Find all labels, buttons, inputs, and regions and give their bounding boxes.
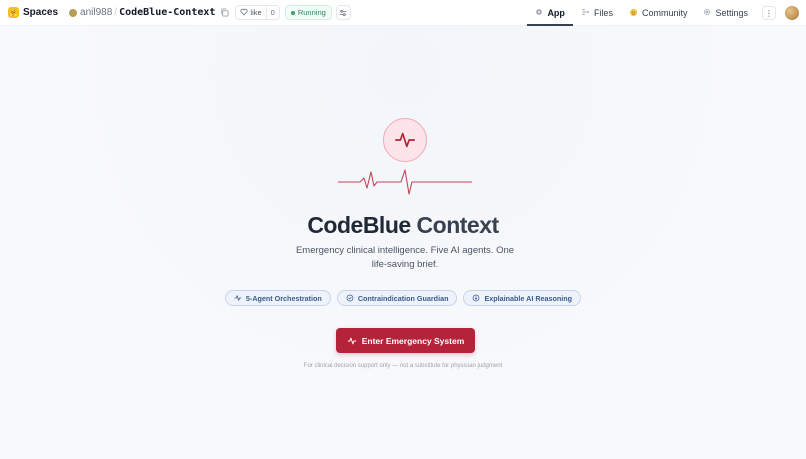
like-count[interactable]: 0 (265, 6, 279, 19)
status-label: Running (297, 8, 326, 17)
owner-avatar[interactable] (69, 8, 78, 17)
copy-icon[interactable] (220, 8, 230, 18)
spaces-logo-icon[interactable]: 🤗 (8, 7, 19, 18)
tab-community[interactable]: Community (621, 0, 696, 26)
more-options-button[interactable]: ⋮ (762, 6, 776, 20)
cta-label: Enter Emergency System (361, 335, 465, 346)
disclaimer-text: For clinical decision support only — not… (303, 363, 503, 369)
spaces-link[interactable]: Spaces (23, 7, 58, 18)
page-subtitle: Emergency clinical intelligence. Five AI… (295, 245, 515, 270)
shield-check-icon (346, 294, 354, 302)
repo-name-link[interactable]: CodeBlue-Context (119, 7, 215, 18)
breadcrumb-separator: / (114, 7, 118, 18)
app-icon (535, 8, 543, 18)
gear-icon (703, 8, 711, 18)
feature-badge-label: Explainable AI Reasoning (484, 293, 573, 303)
like-button[interactable]: like 0 (235, 5, 280, 20)
tab-settings-label: Settings (715, 8, 748, 18)
heart-icon (240, 8, 249, 18)
tab-app-label: App (547, 8, 565, 18)
title-brand: CodeBlue (307, 212, 411, 238)
user-avatar[interactable] (785, 6, 799, 20)
space-settings-toggle-button[interactable] (335, 5, 351, 20)
owner-link[interactable]: anil988 (80, 7, 112, 18)
title-accent: Context (416, 212, 500, 238)
feature-badge-label: Contraindication Guardian (357, 293, 449, 303)
ecg-line-icon (338, 169, 472, 195)
feature-badge: 5-Agent Orchestration (224, 290, 331, 306)
enter-emergency-system-button[interactable]: Enter Emergency System (336, 328, 475, 353)
like-label: like (250, 8, 262, 17)
feature-badge: Contraindication Guardian (336, 290, 458, 306)
tab-app[interactable]: App (527, 0, 573, 26)
heartbeat-badge (383, 118, 427, 162)
app-content: CodeBlue Context Emergency clinical inte… (0, 26, 806, 459)
tab-community-label: Community (641, 8, 688, 18)
activity-icon (347, 337, 356, 344)
feature-badge: Explainable AI Reasoning (463, 290, 582, 306)
files-icon (581, 8, 590, 18)
status-dot-icon (290, 10, 295, 15)
tab-files[interactable]: Files (573, 0, 621, 26)
activity-icon (395, 132, 415, 148)
community-icon (629, 8, 638, 19)
tab-settings[interactable]: Settings (695, 0, 756, 26)
status-badge[interactable]: Running (284, 5, 332, 20)
feature-badge-label: 5-Agent Orchestration (245, 293, 322, 303)
tab-files-label: Files (593, 8, 613, 18)
space-nav: App Files Community Settings ⋮ (527, 0, 806, 26)
sliders-icon (340, 9, 347, 16)
lightbulb-icon (473, 294, 480, 302)
page-title: CodeBlue Context (0, 212, 806, 239)
top-bar: 🤗 Spaces anil988 / CodeBlue-Context like… (0, 0, 806, 26)
feature-badges: 5-Agent Orchestration Contraindication G… (0, 290, 806, 306)
activity-icon (234, 295, 242, 301)
breadcrumb: 🤗 Spaces anil988 / CodeBlue-Context like… (0, 0, 351, 25)
